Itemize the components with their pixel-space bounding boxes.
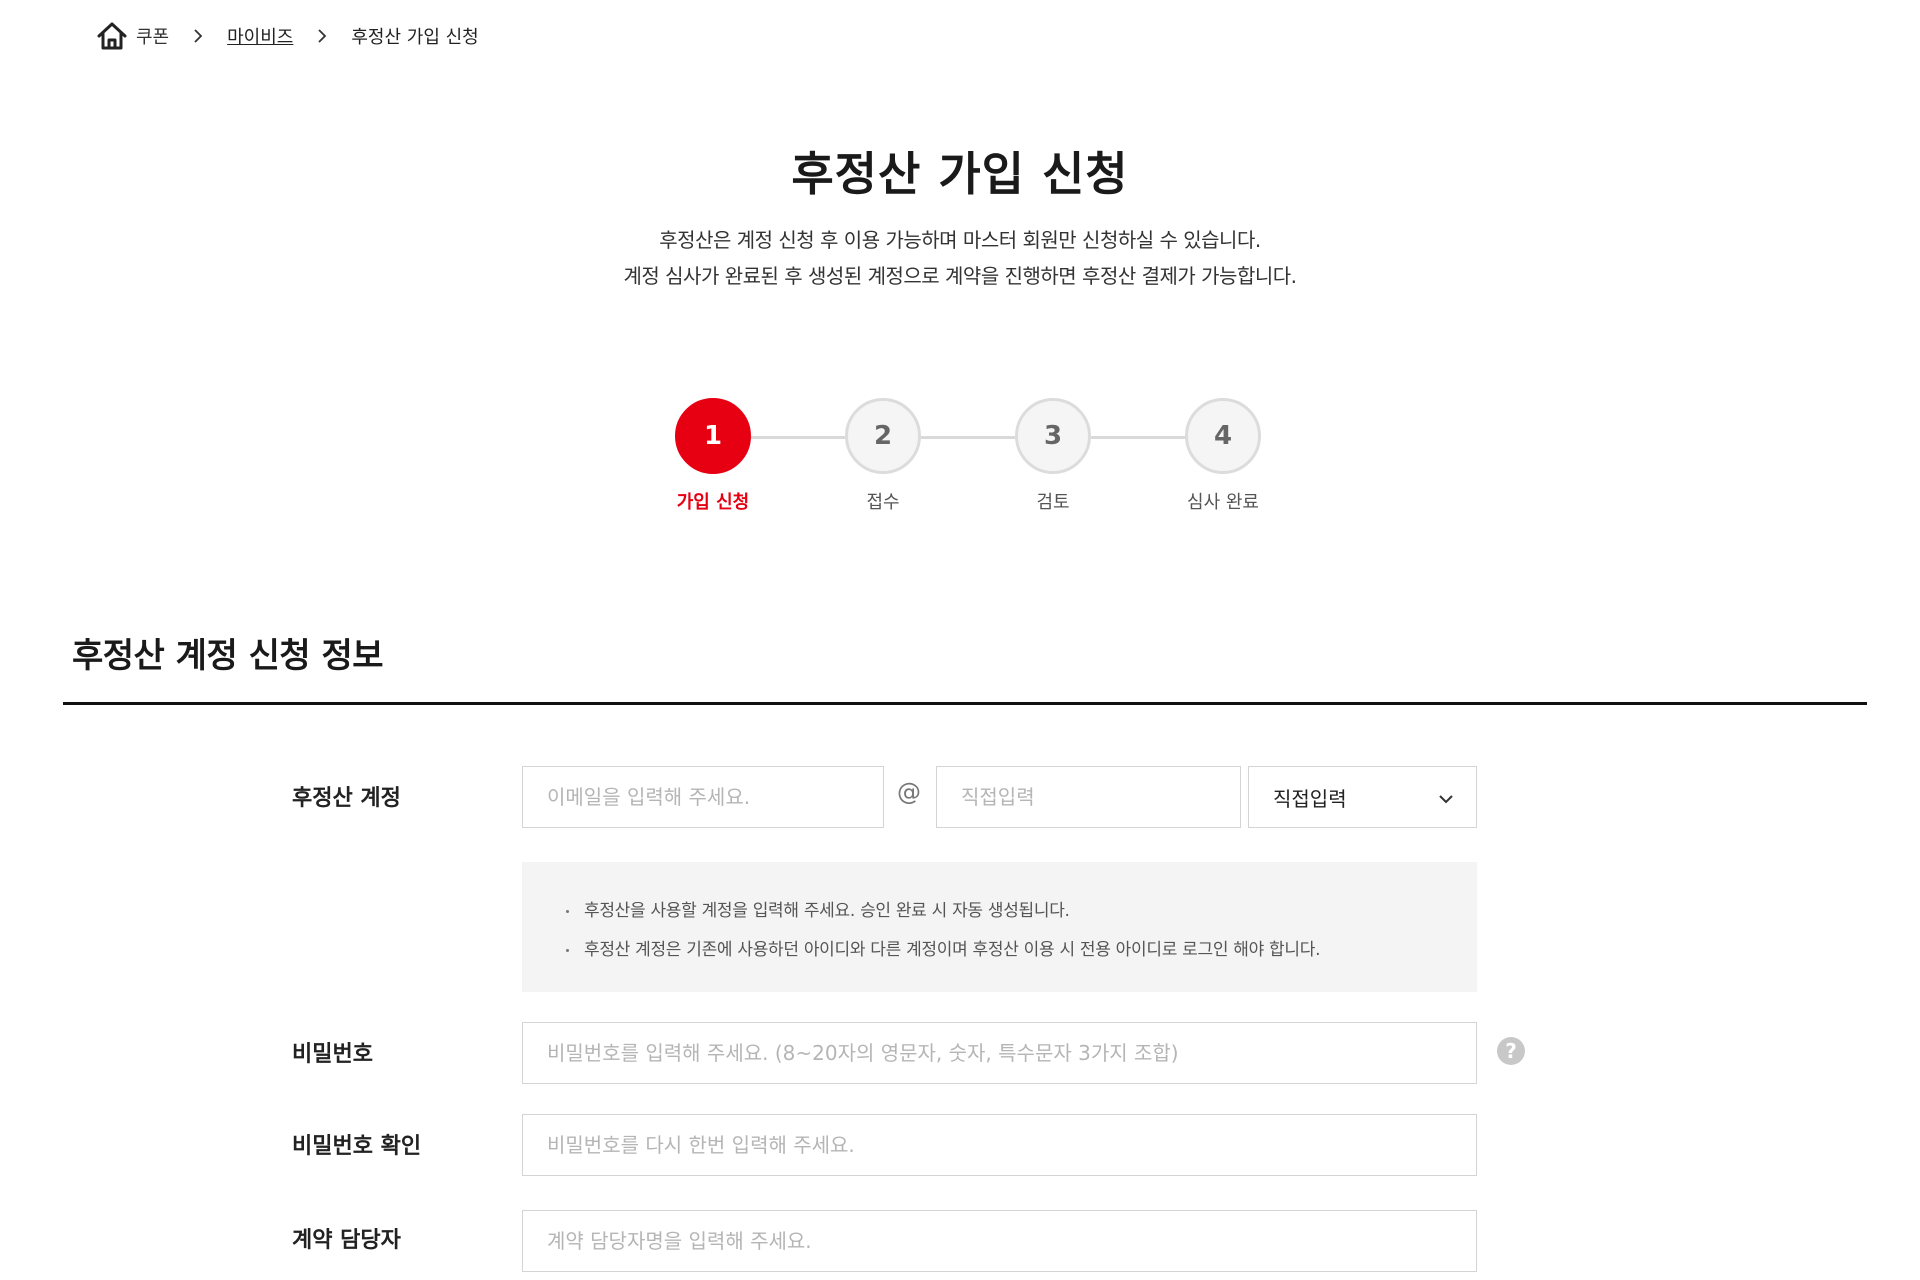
breadcrumb: 쿠폰 마이비즈 후정산 가입 신청: [96, 20, 479, 52]
password-label: 비밀번호: [292, 1042, 373, 1067]
chevron-down-icon: [1439, 795, 1453, 804]
email-id-input[interactable]: [522, 766, 884, 828]
breadcrumb-home-label: 쿠폰: [136, 27, 170, 48]
step-4: 4 심사 완료: [1185, 398, 1261, 513]
step-number: 1: [675, 398, 751, 474]
step-label: 심사 완료: [1187, 492, 1259, 513]
email-domain-input[interactable]: [936, 766, 1241, 828]
step-label: 검토: [1036, 492, 1070, 513]
account-notice-box: 후정산을 사용할 계정을 입력해 주세요. 승인 완료 시 자동 생성됩니다. …: [522, 862, 1477, 992]
step-label: 접수: [866, 492, 900, 513]
chevron-right-icon: [318, 29, 327, 43]
account-label: 후정산 계정: [292, 786, 401, 811]
step-2: 2 접수: [845, 398, 921, 513]
step-number: 4: [1185, 398, 1261, 474]
description-line: 후정산은 계정 신청 후 이용 가능하며 마스터 회원만 신청하실 수 있습니다…: [659, 228, 1261, 252]
step-connector: [1091, 436, 1185, 439]
select-value: 직접입력: [1273, 786, 1347, 811]
step-1: 1 가입 신청: [675, 398, 751, 513]
section-divider: [63, 702, 1867, 705]
chevron-right-icon: [194, 29, 203, 43]
password-input[interactable]: [522, 1022, 1477, 1084]
breadcrumb-current: 후정산 가입 신청: [351, 27, 479, 48]
description-line: 계정 심사가 완료된 후 생성된 계정으로 계약을 진행하면 후정산 결제가 가…: [623, 264, 1297, 288]
step-number: 2: [845, 398, 921, 474]
password-confirm-input[interactable]: [522, 1114, 1477, 1176]
help-icon[interactable]: ?: [1497, 1037, 1525, 1065]
at-sign: @: [897, 778, 921, 806]
step-3: 3 검토: [1015, 398, 1091, 513]
contract-manager-label: 계약 담당자: [292, 1228, 401, 1253]
notice-item: 후정산을 사용할 계정을 입력해 주세요. 승인 완료 시 자동 생성됩니다.: [562, 892, 1477, 931]
password-confirm-label: 비밀번호 확인: [292, 1134, 422, 1159]
step-label: 가입 신청: [676, 492, 750, 513]
email-domain-select[interactable]: 직접입력: [1248, 766, 1477, 828]
section-title: 후정산 계정 신청 정보: [72, 636, 384, 676]
step-connector: [751, 436, 845, 439]
notice-item: 후정산 계정은 기존에 사용하던 아이디와 다른 계정이며 후정산 이용 시 전…: [562, 931, 1477, 970]
page-description: 후정산은 계정 신청 후 이용 가능하며 마스터 회원만 신청하실 수 있습니다…: [0, 222, 1920, 294]
breadcrumb-mybiz[interactable]: 마이비즈: [227, 23, 293, 49]
contract-manager-input[interactable]: [522, 1210, 1477, 1272]
step-number: 3: [1015, 398, 1091, 474]
breadcrumb-home[interactable]: 쿠폰: [96, 21, 169, 51]
progress-stepper: 1 가입 신청 2 접수 3 검토 4 심사 완료: [675, 398, 1275, 518]
home-icon: [97, 22, 127, 50]
step-connector: [921, 436, 1015, 439]
page-title: 후정산 가입 신청: [791, 147, 1129, 201]
